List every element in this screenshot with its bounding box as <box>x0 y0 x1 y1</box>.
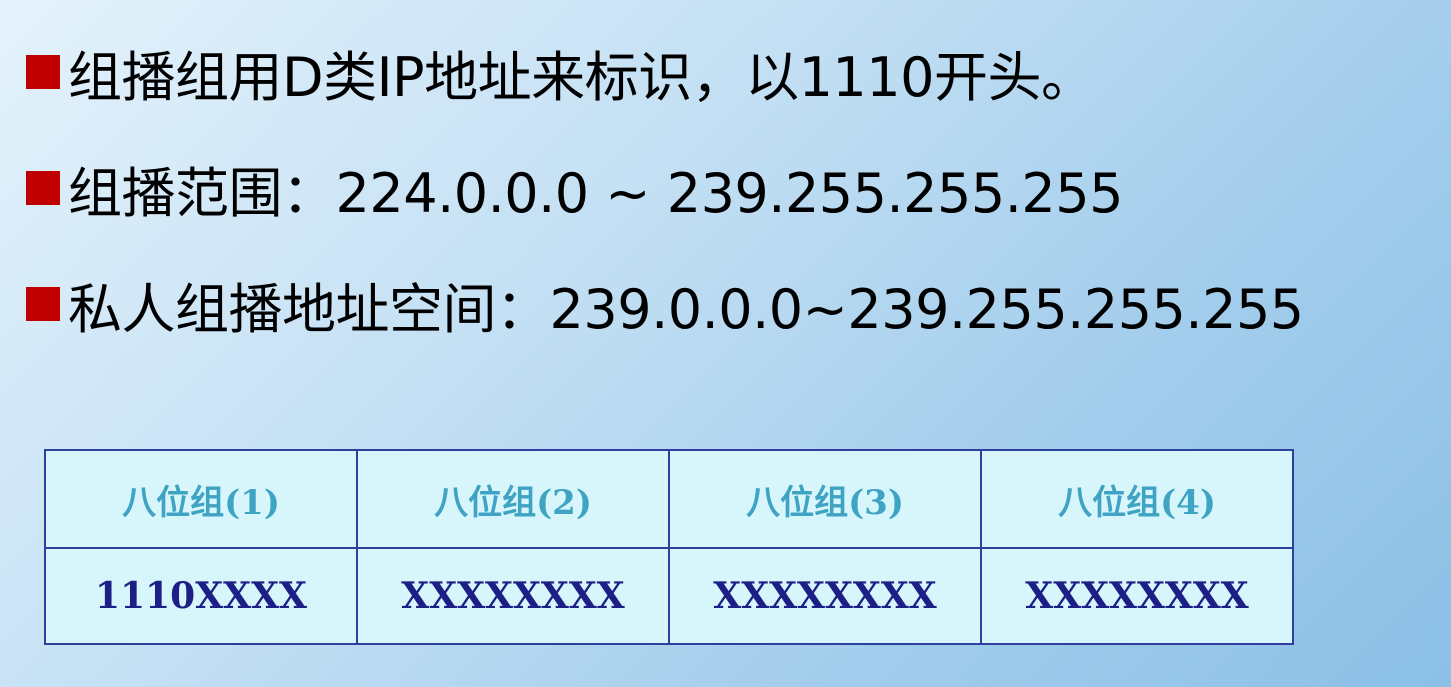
table-header-cell: 八位组(4) <box>980 449 1294 549</box>
red-square-bullet-icon <box>26 55 60 89</box>
red-square-bullet-icon <box>26 171 60 205</box>
red-square-bullet-icon <box>26 287 60 321</box>
bullet-text: 组播范围：224.0.0.0 ~ 239.255.255.255 <box>68 161 1123 225</box>
table-row: 1110XXXX XXXXXXXX XXXXXXXX XXXXXXXX <box>44 547 1294 645</box>
table-cell: 1110XXXX <box>44 547 358 645</box>
octet-table: 八位组(1) 八位组(2) 八位组(3) 八位组(4) 1110XXXX XXX… <box>44 449 1294 645</box>
table-cell: XXXXXXXX <box>980 547 1294 645</box>
table-header-cell: 八位组(1) <box>44 449 358 549</box>
bullet-item: 组播范围：224.0.0.0 ~ 239.255.255.255 <box>26 130 1446 246</box>
octet-table-container: 八位组(1) 八位组(2) 八位组(3) 八位组(4) 1110XXXX XXX… <box>44 449 1294 645</box>
bullet-text: 私人组播地址空间：239.0.0.0~239.255.255.255 <box>68 277 1304 341</box>
table-header-cell: 八位组(2) <box>356 449 670 549</box>
table-cell: XXXXXXXX <box>356 547 670 645</box>
table-header-cell: 八位组(3) <box>668 449 982 549</box>
bullet-item: 私人组播地址空间：239.0.0.0~239.255.255.255 <box>26 246 1446 362</box>
table-header-row: 八位组(1) 八位组(2) 八位组(3) 八位组(4) <box>44 449 1294 549</box>
table-cell: XXXXXXXX <box>668 547 982 645</box>
bullet-text: 组播组用D类IP地址来标识，以1110开头。 <box>68 45 1095 109</box>
bullet-item: 组播组用D类IP地址来标识，以1110开头。 <box>26 14 1446 130</box>
bullet-list: 组播组用D类IP地址来标识，以1110开头。 组播范围：224.0.0.0 ~ … <box>26 14 1446 362</box>
